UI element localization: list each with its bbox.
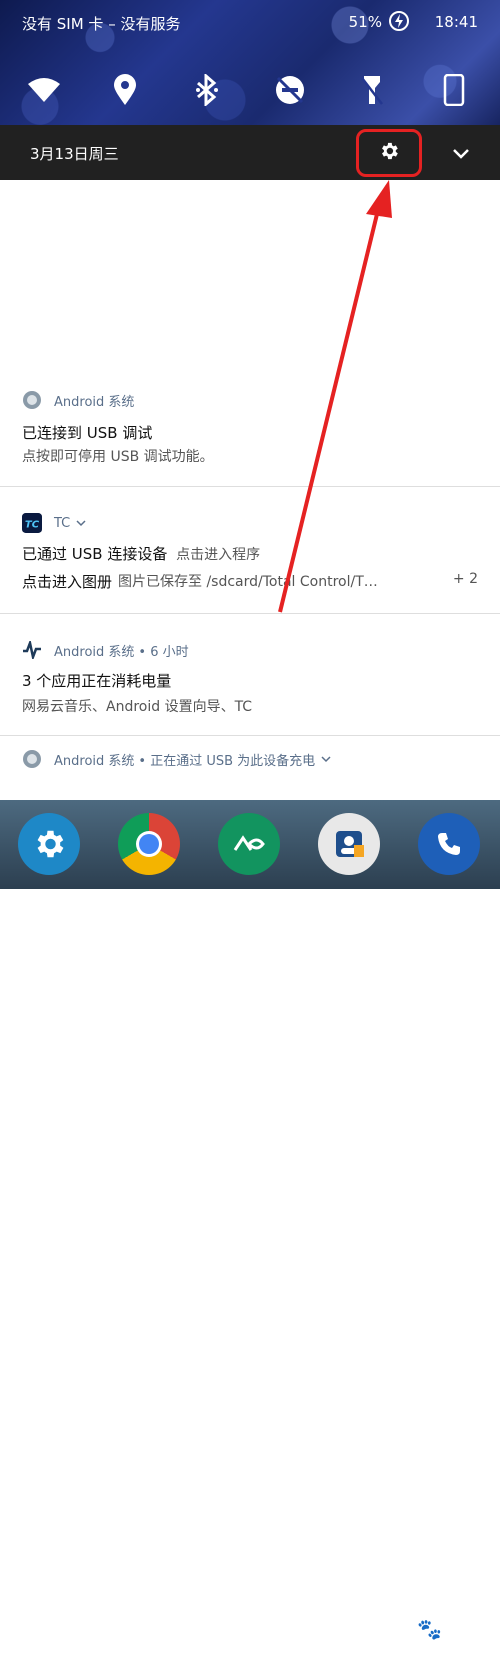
watermark-url: jingyan.baidu.com	[398, 1666, 491, 1677]
annotation-arrow	[278, 180, 392, 613]
watermark-brand-cn: 经验	[442, 1621, 477, 1641]
watermark-brand: Bai	[378, 1617, 418, 1642]
paw-icon: 🐾	[417, 1617, 443, 1641]
watermark: Bai🐾经验	[378, 1616, 476, 1642]
